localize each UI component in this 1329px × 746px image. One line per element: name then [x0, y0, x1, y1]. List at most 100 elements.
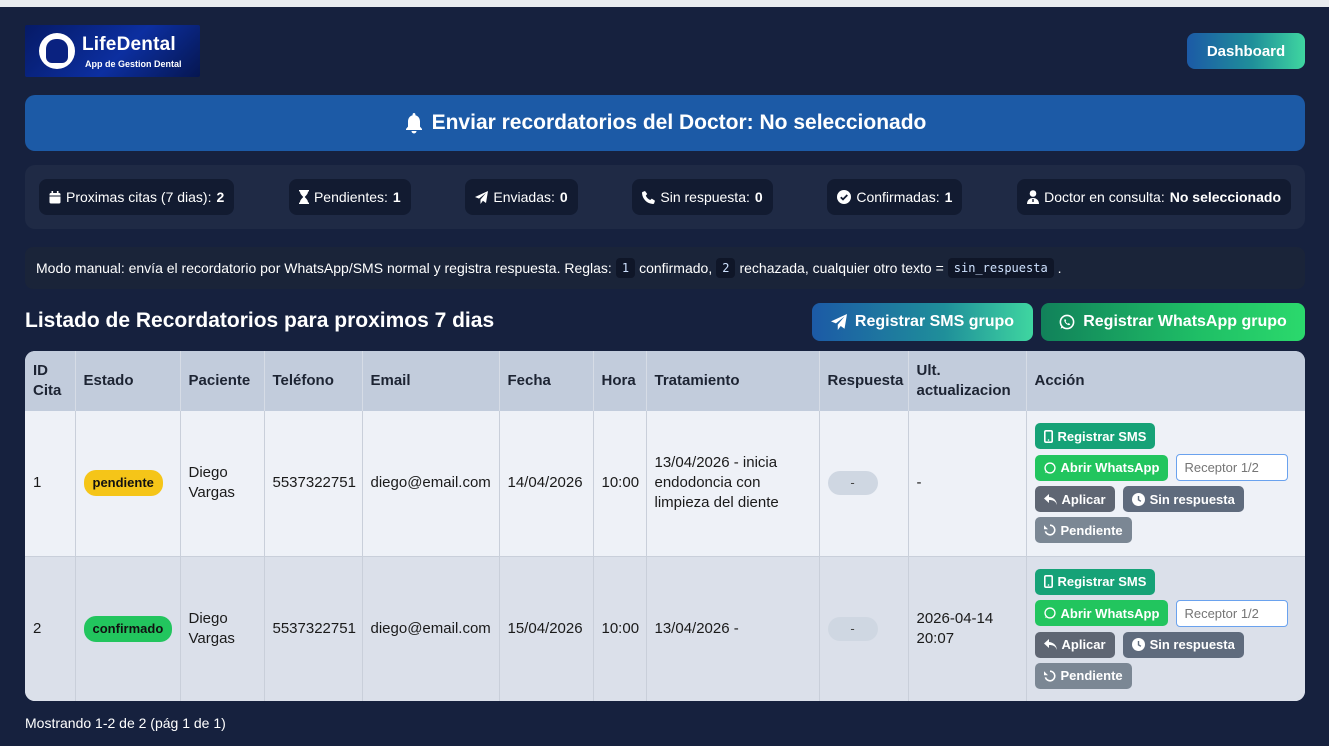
- stat-doctor: Doctor en consulta: No seleccionado: [1017, 179, 1291, 215]
- stat-enviadas: Enviadas: 0: [465, 179, 578, 215]
- col-header-fecha: Fecha: [499, 351, 594, 411]
- register-sms-button[interactable]: Registrar SMS: [1034, 423, 1156, 450]
- stat-proximas: Proximas citas (7 dias): 2: [39, 179, 235, 215]
- top-border: [0, 0, 1329, 7]
- cell-paciente: Diego Vargas: [180, 556, 265, 701]
- button-label: Pendiente: [1060, 668, 1123, 684]
- stat-label: Sin respuesta:: [660, 189, 750, 205]
- cell-accion: Registrar SMS Abrir WhatsApp Aplicar Sin …: [1026, 556, 1305, 701]
- stat-value: 1: [944, 189, 953, 205]
- apply-button[interactable]: Aplicar: [1034, 486, 1115, 513]
- pagination-info: Mostrando 1-2 de 2 (pág 1 de 1): [25, 715, 226, 731]
- no-response-button[interactable]: Sin respuesta: [1122, 631, 1244, 658]
- stat-label: Proximas citas (7 dias):: [66, 189, 212, 205]
- open-whatsapp-button[interactable]: Abrir WhatsApp: [1034, 454, 1169, 481]
- bell-icon: [404, 112, 424, 134]
- tooth-logo-icon: [39, 33, 75, 69]
- stat-value: 0: [559, 189, 568, 205]
- button-label: Aplicar: [1061, 491, 1106, 507]
- button-label: Sin respuesta: [1149, 491, 1235, 507]
- cell-hora: 10:00: [593, 411, 647, 557]
- mobile-icon: [1043, 575, 1053, 589]
- cell-email: diego@email.com: [362, 411, 500, 557]
- app-logo: LifeDental App de Gestion Dental: [25, 25, 200, 77]
- col-header-tratamiento: Tratamiento: [646, 351, 820, 411]
- notice-text: confirmado,: [639, 260, 713, 276]
- cell-estado: pendiente: [75, 411, 181, 557]
- logo-subtitle: App de Gestion Dental: [85, 59, 182, 69]
- col-header-email: Email: [362, 351, 500, 411]
- check-circle-icon: [837, 190, 852, 204]
- whatsapp-icon: [1043, 462, 1056, 474]
- cell-id: 2: [25, 556, 76, 701]
- table-row: 2 confirmado Diego Vargas 5537322751 die…: [25, 556, 1305, 701]
- button-label: Registrar SMS: [1057, 574, 1147, 590]
- register-whatsapp-group-button[interactable]: Registrar WhatsApp grupo: [1041, 303, 1305, 341]
- undo-icon: [1043, 670, 1056, 682]
- cell-ult-actualizacion: -: [908, 411, 1027, 557]
- cell-respuesta: -: [819, 411, 909, 557]
- button-label: Sin respuesta: [1149, 637, 1235, 653]
- cell-tratamiento: 13/04/2026 - inicia endodoncia con limpi…: [646, 411, 820, 557]
- clock-icon: [1131, 638, 1145, 652]
- row-actions: Registrar SMS Abrir WhatsApp Aplicar Sin …: [1034, 568, 1298, 689]
- response-pill: -: [827, 616, 878, 641]
- receptor-input[interactable]: [1176, 454, 1289, 482]
- col-header-paciente: Paciente: [180, 351, 265, 411]
- cell-tratamiento: 13/04/2026 -: [646, 556, 820, 701]
- cell-telefono: 5537322751: [264, 411, 363, 557]
- stat-sin-respuesta: Sin respuesta: 0: [632, 179, 773, 215]
- pending-button[interactable]: Pendiente: [1034, 517, 1132, 544]
- whatsapp-icon: [1043, 607, 1056, 619]
- pending-button[interactable]: Pendiente: [1034, 662, 1132, 689]
- register-sms-group-button[interactable]: Registrar SMS grupo: [812, 303, 1033, 341]
- receptor-input[interactable]: [1176, 599, 1289, 627]
- cell-hora: 10:00: [593, 556, 647, 701]
- col-header-ult-actualizacion: Ult. actualizacion: [908, 351, 1027, 411]
- rule-code-no-response: sin_respuesta: [947, 258, 1054, 278]
- cell-email: diego@email.com: [362, 556, 500, 701]
- cell-ult-actualizacion: 2026-04-14 20:07: [908, 556, 1027, 701]
- col-header-accion: Acción: [1026, 351, 1305, 411]
- response-pill: -: [827, 471, 878, 496]
- cell-telefono: 5537322751: [264, 556, 363, 701]
- button-label: Registrar WhatsApp grupo: [1083, 313, 1287, 330]
- whatsapp-icon: [1059, 314, 1075, 330]
- cell-accion: Registrar SMS Abrir WhatsApp Aplicar Sin …: [1026, 411, 1305, 557]
- row-actions: Registrar SMS Abrir WhatsApp Aplicar Sin …: [1034, 423, 1298, 544]
- register-sms-button[interactable]: Registrar SMS: [1034, 568, 1156, 595]
- logo-title: LifeDental: [82, 34, 176, 55]
- stat-value: 1: [392, 189, 401, 205]
- mobile-icon: [1043, 429, 1053, 443]
- cell-fecha: 15/04/2026: [499, 556, 594, 701]
- cell-id: 1: [25, 411, 76, 557]
- button-label: Registrar SMS grupo: [854, 313, 1015, 330]
- button-label: Registrar SMS: [1057, 428, 1147, 444]
- table-header-row: ID Cita Estado Paciente Teléfono Email F…: [25, 351, 1305, 411]
- col-header-hora: Hora: [593, 351, 647, 411]
- stat-label: Enviadas:: [493, 189, 555, 205]
- send-icon: [475, 190, 489, 204]
- calendar-icon: [49, 190, 61, 204]
- reply-icon: [1043, 493, 1057, 505]
- notice-text: Modo manual: envía el recordatorio por W…: [36, 260, 612, 276]
- col-header-estado: Estado: [75, 351, 181, 411]
- list-title: Listado de Recordatorios para proximos 7…: [25, 309, 495, 332]
- open-whatsapp-button[interactable]: Abrir WhatsApp: [1034, 600, 1169, 627]
- status-badge: pendiente: [83, 470, 163, 497]
- stat-value: No seleccionado: [1169, 189, 1281, 205]
- reminders-table: ID Cita Estado Paciente Teléfono Email F…: [25, 351, 1305, 701]
- col-header-respuesta: Respuesta: [819, 351, 909, 411]
- table-row: 1 pendiente Diego Vargas 5537322751 dieg…: [25, 411, 1305, 557]
- manual-mode-notice: Modo manual: envía el recordatorio por W…: [25, 247, 1305, 289]
- apply-button[interactable]: Aplicar: [1034, 631, 1115, 658]
- button-label: Abrir WhatsApp: [1060, 605, 1160, 621]
- rule-code-reject: 2: [716, 258, 736, 278]
- doctor-icon: [1027, 190, 1040, 204]
- cell-estado: confirmado: [75, 556, 181, 701]
- status-badge: confirmado: [83, 615, 173, 642]
- notice-text: rechazada, cualquier otro texto =: [739, 260, 944, 276]
- dashboard-button[interactable]: Dashboard: [1187, 33, 1305, 69]
- no-response-button[interactable]: Sin respuesta: [1122, 486, 1244, 513]
- stats-bar: Proximas citas (7 dias): 2 Pendientes: 1…: [25, 165, 1305, 229]
